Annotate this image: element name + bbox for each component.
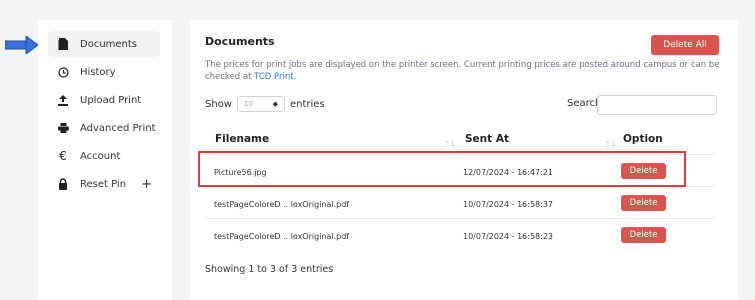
sort-icon[interactable]: ↑↓ [444,140,456,148]
entries-label: entries [289,98,325,110]
sidebar-item-advanced-print[interactable]: Advanced Print [48,115,160,141]
table-info: Showing 1 to 3 of 3 entries [205,264,334,275]
sidebar-item-label: Advanced Print [80,122,156,134]
document-icon [56,37,70,51]
sidebar-item-reset-pin[interactable]: Reset Pin + [48,171,160,197]
show-label: Show [205,98,232,110]
sidebar-item-upload-print[interactable]: Upload Print [48,87,160,113]
printer-icon [56,121,70,135]
sidebar: Documents History Upload Print Advanced … [38,20,172,300]
euro-icon: € [59,149,67,163]
tcd-print-link[interactable]: TCD Print. [254,72,296,82]
column-header-option: Option [623,133,663,145]
table-row-filename: testPageColoreD .. loxOriginal.pdf [214,232,350,241]
delete-button[interactable]: Delete [621,195,666,211]
chevron-updown-icon: ◆ [272,100,278,108]
table-row-sent-at: 10/07/2024 - 16:58:23 [463,232,554,241]
delete-button[interactable]: Delete [621,227,666,243]
table-row-sent-at: 10/07/2024 - 16:58:37 [463,200,554,209]
sidebar-item-history[interactable]: History [48,59,160,85]
history-icon [56,65,70,79]
entries-select[interactable]: 10 ◆ [236,96,285,112]
column-header-filename[interactable]: Filename [215,133,269,145]
delete-all-button[interactable]: Delete All [651,35,719,55]
divider [205,218,715,219]
sidebar-item-label: Documents [80,38,138,50]
lock-icon [56,177,70,191]
sidebar-item-label: History [80,66,116,78]
table-row-filename: testPageColoreD .. loxOriginal.pdf [214,200,350,209]
sidebar-item-label: Account [80,150,121,162]
sidebar-item-label: Reset Pin [80,178,127,190]
expand-plus-icon[interactable]: + [141,177,152,192]
info-text: The prices for print jobs are displayed … [205,60,720,82]
sidebar-item-label: Upload Print [80,94,142,106]
sidebar-item-account[interactable]: € Account [48,143,160,169]
sort-icon[interactable]: ↑↓ [605,140,617,148]
upload-icon [56,93,70,107]
pointer-arrow-icon [5,36,39,54]
page-title: Documents [205,35,275,48]
column-header-sent-at[interactable]: Sent At [465,133,509,145]
sidebar-item-documents[interactable]: Documents [48,31,160,57]
entries-control: Show 10 ◆ entries [205,96,325,112]
search-input[interactable] [597,95,717,115]
row-highlight-box [198,151,686,187]
